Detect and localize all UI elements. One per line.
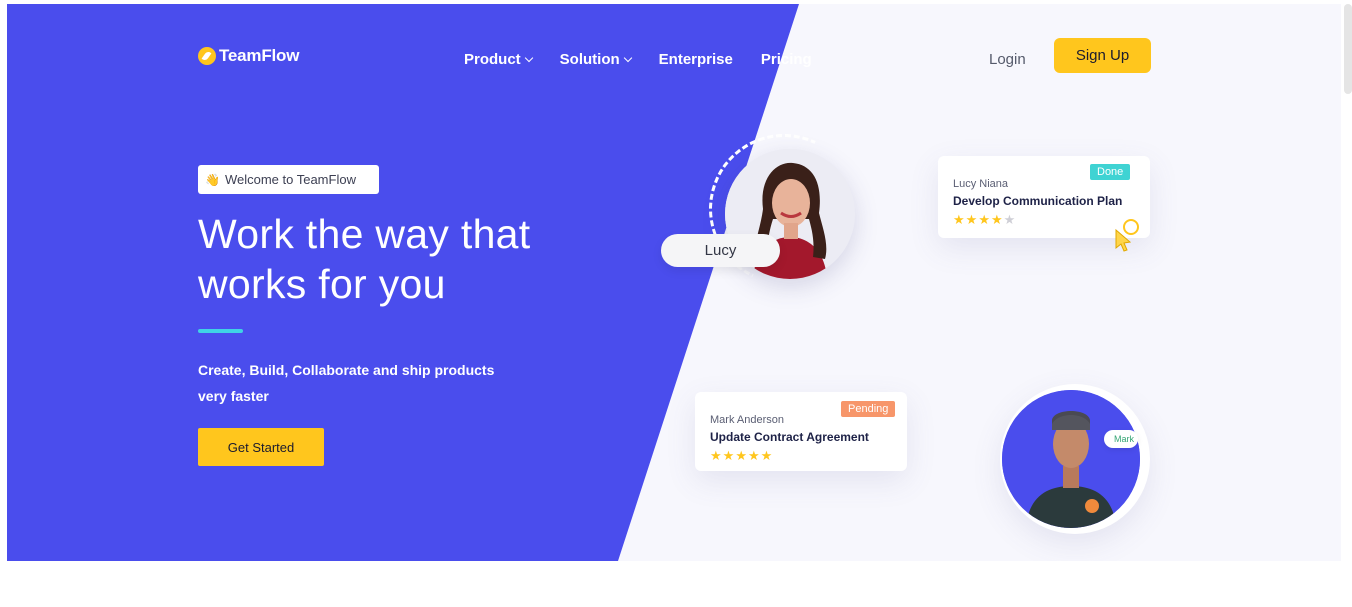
badge-text: Welcome to TeamFlow xyxy=(224,172,356,187)
status-badge: Done xyxy=(1090,164,1131,180)
star-icon: ★ xyxy=(735,448,747,463)
hero-headline: Work the way that works for you xyxy=(198,209,618,309)
subtitle-line-2: very faster xyxy=(198,388,269,404)
nav-item-pricing[interactable]: Pricing xyxy=(761,51,812,68)
card-assignee: Lucy Niana xyxy=(953,178,1009,190)
brand-logo[interactable]: TeamFlow xyxy=(198,46,299,66)
landing-page: TeamFlow Product Solution Enterprise Pri… xyxy=(0,0,1352,607)
lucy-name-pill: Lucy xyxy=(661,234,780,267)
card-task-title: Develop Communication Plan xyxy=(953,194,1123,208)
chevron-down-icon xyxy=(524,53,533,62)
hero-section: TeamFlow Product Solution Enterprise Pri… xyxy=(7,4,1341,561)
nav-label: Product xyxy=(464,51,521,68)
page-scrollbar[interactable] xyxy=(1344,4,1352,94)
star-icon: ★ xyxy=(760,448,773,463)
nav-item-solution[interactable]: Solution xyxy=(559,51,632,68)
main-nav: Product Solution Enterprise Pricing xyxy=(464,51,812,68)
accent-divider xyxy=(198,329,243,333)
nav-label: Solution xyxy=(559,51,620,68)
welcome-badge: 👋 Welcome to TeamFlow xyxy=(198,165,379,194)
status-badge: Pending xyxy=(841,401,896,417)
pointer-cursor-icon xyxy=(1115,219,1139,252)
star-icon: ★ xyxy=(965,212,978,227)
star-rating: ★ ★ ★ ★ ★ xyxy=(953,213,1015,226)
chevron-down-icon xyxy=(623,53,632,62)
waving-hand-icon: 👋 xyxy=(205,172,220,187)
star-icon: ★ xyxy=(747,448,760,463)
nav-label: Enterprise xyxy=(658,51,733,68)
task-card-mark: Pending Mark Anderson Update Contract Ag… xyxy=(695,392,907,471)
star-icon: ★ xyxy=(978,212,990,227)
login-link[interactable]: Login xyxy=(989,51,1026,68)
mark-name-pill: Mark xyxy=(1104,430,1138,448)
star-icon: ★ xyxy=(953,212,965,227)
signup-button[interactable]: Sign Up xyxy=(1054,38,1151,73)
task-card-lucy: Done Lucy Niana Develop Communication Pl… xyxy=(938,156,1150,252)
star-icon: ★ xyxy=(710,448,722,463)
subtitle-line-1: Create, Build, Collaborate and ship prod… xyxy=(198,362,495,378)
star-rating: ★ ★ ★ ★ ★ xyxy=(710,449,772,462)
nav-item-enterprise[interactable]: Enterprise xyxy=(659,51,733,68)
hero-subtitle: Create, Build, Collaborate and ship prod… xyxy=(198,357,518,409)
man-portrait-icon xyxy=(1002,390,1140,528)
star-icon: ★ xyxy=(1003,212,1016,227)
mark-avatar xyxy=(1002,390,1140,528)
brand-name: TeamFlow xyxy=(219,46,300,65)
star-icon: ★ xyxy=(722,448,735,463)
get-started-button[interactable]: Get Started xyxy=(198,428,324,466)
card-task-title: Update Contract Agreement xyxy=(710,430,869,444)
headline-line-1: Work the way that xyxy=(198,211,531,257)
nav-label: Pricing xyxy=(760,51,812,68)
card-assignee: Mark Anderson xyxy=(710,414,784,426)
nav-item-product[interactable]: Product xyxy=(464,51,533,68)
logo-icon xyxy=(198,47,216,65)
headline-line-2: works for you xyxy=(198,261,446,307)
star-icon: ★ xyxy=(990,212,1003,227)
